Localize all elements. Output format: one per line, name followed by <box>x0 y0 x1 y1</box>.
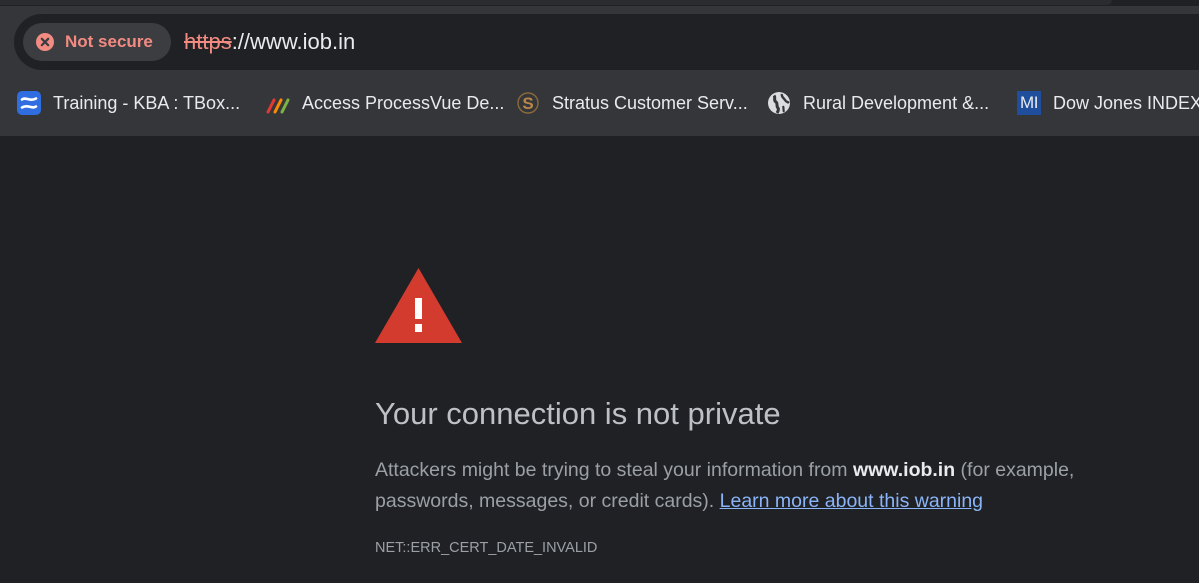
learn-more-link[interactable]: Learn more about this warning <box>720 490 983 512</box>
bookmark-label: Access ProcessVue De... <box>302 93 505 113</box>
active-tab-edge[interactable] <box>0 0 1112 5</box>
browser-toolbar: Not secure https://www.iob.in Training -… <box>0 0 1199 136</box>
warning-icon <box>375 268 462 343</box>
confluence-icon <box>17 91 41 115</box>
address-bar[interactable]: Not secure https://www.iob.in <box>14 14 1199 70</box>
bookmark-label: Rural Development &... <box>803 93 990 113</box>
svg-text:S: S <box>522 94 533 113</box>
error-code: NET::ERR_CERT_DATE_INVALID <box>375 540 598 556</box>
bookmark-label: Dow Jones INDEX T <box>1053 93 1199 113</box>
security-status-chip[interactable]: Not secure <box>23 23 171 61</box>
url-text[interactable]: https://www.iob.in <box>184 28 355 56</box>
bookmark-label: Training - KBA : TBox... <box>53 93 241 113</box>
description-text: Attackers might be trying to steal your … <box>375 459 853 481</box>
not-secure-icon <box>36 33 54 51</box>
processvue-icon <box>266 91 290 115</box>
stratus-icon: S <box>516 91 540 115</box>
globe-icon <box>767 91 791 115</box>
security-status-label: Not secure <box>65 32 153 51</box>
tab-strip <box>0 0 1199 6</box>
warning-description: Attackers might be trying to steal your … <box>375 455 1175 517</box>
site-name: www.iob.in <box>852 459 956 481</box>
page-title: Your connection is not private <box>375 396 781 431</box>
bookmark-label: Stratus Customer Serv... <box>552 93 748 113</box>
url-host: ://www.iob.in <box>231 29 356 54</box>
mi-icon: MI <box>1017 91 1041 115</box>
url-scheme: https <box>184 29 232 54</box>
